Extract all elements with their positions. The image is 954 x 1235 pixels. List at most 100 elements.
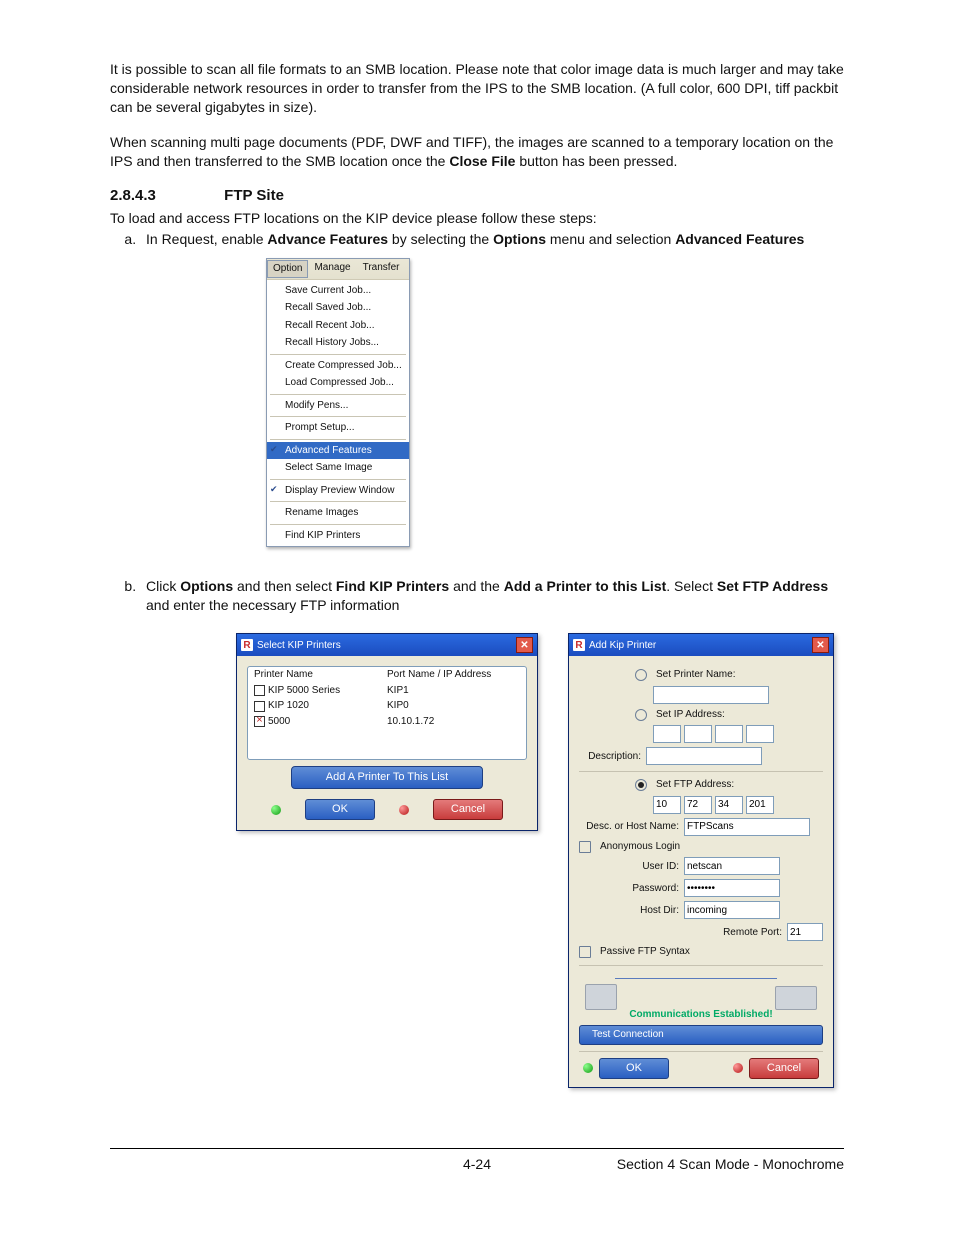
body-paragraph: When scanning multi page documents (PDF,… [110,133,844,171]
text: and then select [233,578,336,594]
description-input[interactable] [646,747,762,765]
menu-item[interactable]: Create Compressed Job... [267,357,409,375]
menu-item[interactable]: Display Preview Window [267,482,409,500]
printer-name: KIP 1020 [268,699,309,713]
printer-name: KIP 5000 Series [268,684,340,698]
ok-button[interactable]: OK [305,799,375,820]
menu-manage[interactable]: Manage [308,259,356,279]
status-led-red [733,1063,743,1073]
section-intro: To load and access FTP locations on the … [110,209,844,228]
text: menu and selection [546,231,675,247]
menu-item[interactable]: Recall Saved Job... [267,299,409,317]
user-id-input[interactable] [684,857,780,875]
section-title: FTP Site [224,187,284,204]
menu-item[interactable]: Recall History Jobs... [267,334,409,352]
ftp-ip-octet-input[interactable] [684,796,712,814]
title-bar: R Add Kip Printer ✕ [569,634,833,656]
menu-item[interactable]: Select Same Image [267,459,409,477]
menu-separator [270,416,406,417]
test-connection-button[interactable]: Test Connection [579,1025,823,1045]
text: Options [180,578,233,594]
step-b: Click Options and then select Find KIP P… [140,577,844,1087]
menu-bar: Option Manage Transfer [267,259,409,280]
label-set-ip: Set IP Address: [656,708,725,722]
text: Add a Printer to this List [504,578,667,594]
app-icon: R [573,639,585,651]
menu-separator [270,524,406,525]
menu-item[interactable]: Load Compressed Job... [267,374,409,392]
ip-octet-input[interactable] [653,725,681,743]
menu-item[interactable]: Prompt Setup... [267,419,409,437]
table-row[interactable]: 5000 10.10.1.72 [248,714,526,730]
host-dir-input[interactable] [684,901,780,919]
menu-separator [270,354,406,355]
menu-item[interactable]: Modify Pens... [267,397,409,415]
section-heading: 2.8.4.3 FTP Site [110,186,844,206]
text: Advance Features [267,231,388,247]
printer-name-input[interactable] [653,686,769,704]
checkbox-passive-ftp[interactable] [579,946,591,958]
checkbox-anonymous[interactable] [579,841,591,853]
ok-button[interactable]: OK [599,1058,669,1079]
desc-host-input[interactable] [684,818,810,836]
text: button has been pressed. [515,153,677,169]
body-paragraph: It is possible to scan all file formats … [110,60,844,117]
option-menu: Option Manage Transfer Save Current Job.… [266,258,410,547]
close-file-label: Close File [449,153,515,169]
col-port-name: Port Name / IP Address [387,668,520,682]
printers-list[interactable]: Printer Name Port Name / IP Address KIP … [247,666,527,760]
label-user-id: User ID: [579,860,679,874]
menu-item[interactable]: Rename Images [267,504,409,522]
scanner-icon [585,984,617,1010]
menu-item[interactable]: Recall Recent Job... [267,317,409,335]
ip-octet-input[interactable] [715,725,743,743]
text: Advanced Features [675,231,804,247]
close-icon[interactable]: ✕ [516,637,533,653]
text: Options [493,231,546,247]
menu-item[interactable]: Find KIP Printers [267,527,409,545]
menu-separator [270,439,406,440]
menu-item[interactable]: Save Current Job... [267,282,409,300]
menu-separator [270,479,406,480]
connection-line-icon [615,978,777,979]
cancel-button[interactable]: Cancel [749,1058,819,1079]
menu-separator [270,394,406,395]
add-printer-button[interactable]: Add A Printer To This List [291,766,483,789]
ftp-ip-octet-input[interactable] [746,796,774,814]
page-footer: 4-24 Section 4 Scan Mode - Monochrome [110,1148,844,1174]
section-label: Section 4 Scan Mode - Monochrome [617,1155,844,1174]
ip-octet-input[interactable] [746,725,774,743]
radio-set-ftp[interactable] [635,779,647,791]
status-led-red [399,805,409,815]
menu-item[interactable]: Advanced Features [267,442,409,460]
communication-status: Communications Established! [579,1008,823,1022]
app-icon: R [241,639,253,651]
printer-name: 5000 [268,715,290,729]
menu-transfer[interactable]: Transfer [357,259,406,279]
step-a: In Request, enable Advance Features by s… [140,230,844,548]
remote-port-input[interactable] [787,923,823,941]
printer-icon [775,986,817,1010]
text: Find KIP Printers [336,578,449,594]
add-kip-printer-window: R Add Kip Printer ✕ Set Printer Name: [568,633,834,1087]
ftp-ip-octet-input[interactable] [715,796,743,814]
printer-port: KIP0 [387,699,520,713]
text: . Select [666,578,717,594]
radio-set-ip[interactable] [635,709,647,721]
label-passive-ftp: Passive FTP Syntax [600,945,690,959]
printer-port: 10.10.1.72 [387,715,520,729]
table-row[interactable]: KIP 5000 SeriesKIP1 [248,683,526,699]
connection-illustration [585,972,817,1010]
ip-octet-input[interactable] [684,725,712,743]
select-kip-printers-window: R Select KIP Printers ✕ Printer Name Por… [236,633,538,831]
cancel-button[interactable]: Cancel [433,799,503,820]
radio-set-printer-name[interactable] [635,669,647,681]
menu-option[interactable]: Option [267,260,308,278]
close-icon[interactable]: ✕ [812,637,829,653]
text: In Request, enable [146,231,267,247]
label-remote-port: Remote Port: [723,926,782,940]
password-input[interactable] [684,879,780,897]
table-row[interactable]: KIP 1020 KIP0 [248,698,526,714]
ftp-ip-octet-input[interactable] [653,796,681,814]
label-anonymous: Anonymous Login [600,840,680,854]
